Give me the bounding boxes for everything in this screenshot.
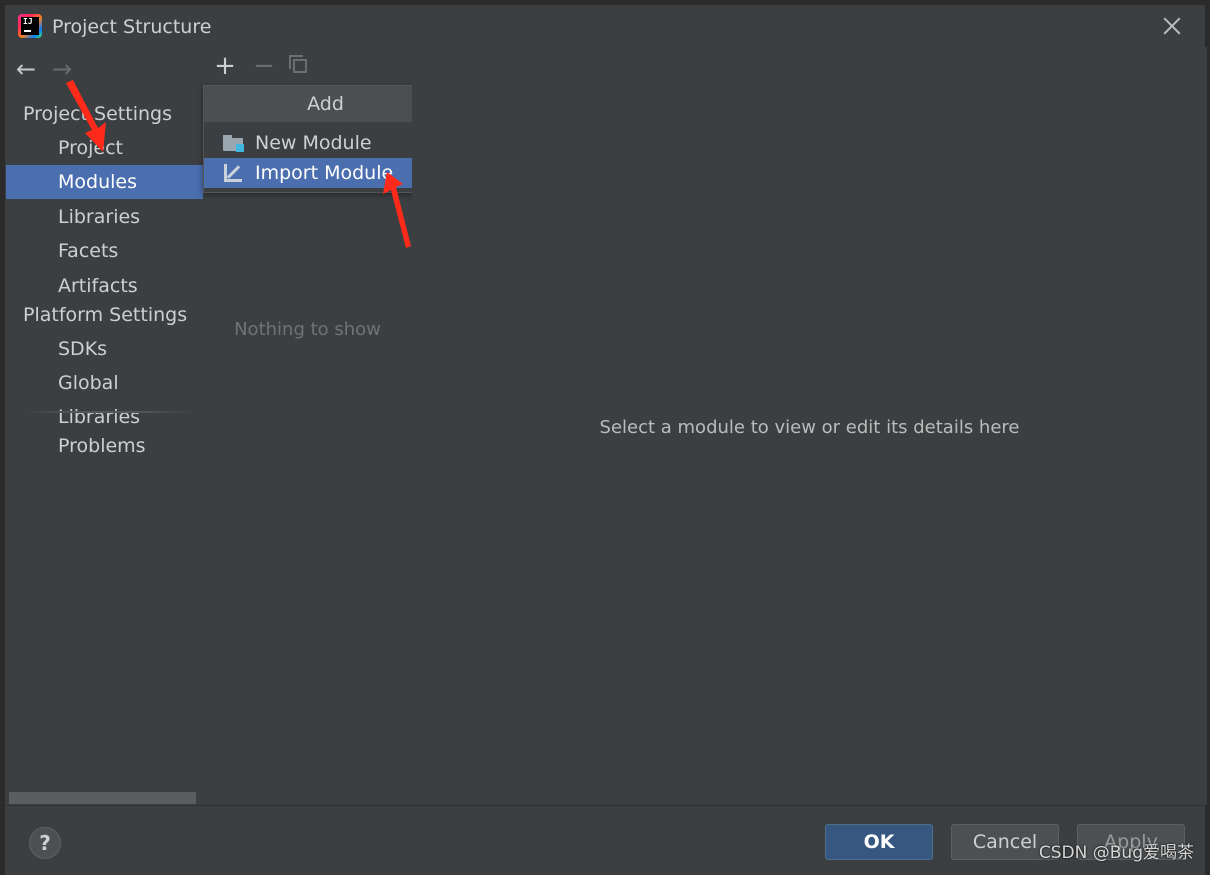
sidebar-item-modules[interactable]: Modules	[6, 165, 203, 199]
folder-module-icon	[223, 135, 244, 152]
close-icon[interactable]	[1161, 15, 1183, 37]
section-platform-settings: Platform Settings	[23, 304, 188, 326]
sidebar-divider	[24, 411, 194, 413]
project-structure-dialog: IJ Project Structure ← → Project Settings…	[4, 4, 1207, 875]
sidebar-item-problems[interactable]: Problems	[6, 429, 203, 463]
menu-item-import-module[interactable]: Import Module	[204, 158, 447, 188]
menu-item-label: Import Module	[255, 162, 394, 184]
ok-button[interactable]: OK	[825, 824, 933, 860]
modules-toolbar: + −	[203, 47, 412, 85]
details-placeholder-text: Select a module to view or edit its deta…	[599, 417, 1020, 438]
help-button[interactable]: ?	[29, 827, 61, 859]
settings-sidebar: ← → Project Settings Project Modules Libr…	[6, 47, 204, 805]
sidebar-item-facets[interactable]: Facets	[6, 234, 203, 268]
intellij-idea-icon: IJ	[18, 14, 42, 38]
section-project-settings: Project Settings	[23, 103, 172, 125]
remove-icon[interactable]: −	[251, 53, 277, 79]
app-icon-text: IJ	[23, 17, 33, 26]
sidebar-item-sdks[interactable]: SDKs	[6, 332, 203, 366]
add-icon[interactable]: +	[212, 53, 238, 79]
empty-list-text: Nothing to show	[234, 319, 381, 340]
menu-item-label: New Module	[255, 132, 372, 154]
menu-item-new-module[interactable]: New Module	[204, 128, 447, 158]
copy-icon[interactable]	[289, 55, 307, 73]
dialog-title: Project Structure	[52, 16, 212, 38]
sidebar-scrollbar[interactable]	[9, 792, 196, 804]
watermark: CSDN @Bug爱喝茶	[1038, 843, 1194, 863]
nav-arrows: ← →	[16, 55, 80, 85]
module-details-pane: Select a module to view or edit its deta…	[412, 47, 1207, 805]
back-arrow-icon[interactable]: ←	[16, 55, 44, 83]
title-bar: IJ Project Structure	[5, 5, 1205, 47]
sidebar-item-project[interactable]: Project	[6, 131, 203, 165]
sidebar-item-libraries[interactable]: Libraries	[6, 200, 203, 234]
import-arrow-icon	[224, 164, 242, 182]
sidebar-item-artifacts[interactable]: Artifacts	[6, 269, 203, 303]
forward-arrow-icon[interactable]: →	[52, 55, 80, 83]
dialog-footer: ? OK Cancel Apply	[5, 805, 1205, 875]
sidebar-item-global-libraries[interactable]: Global Libraries	[6, 366, 203, 428]
popup-title: Add	[204, 86, 447, 122]
